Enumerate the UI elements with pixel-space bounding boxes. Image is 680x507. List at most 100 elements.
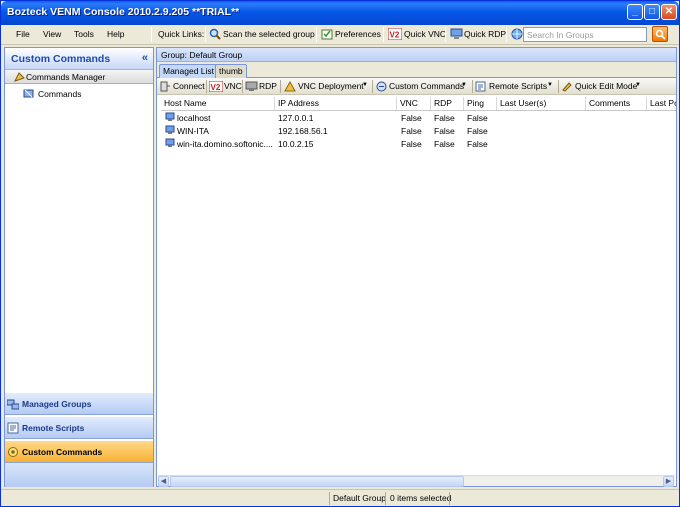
search-button[interactable] — [652, 26, 668, 42]
column-header-last-users[interactable]: Last User(s) — [497, 97, 586, 110]
maximize-button[interactable]: □ — [644, 4, 660, 20]
cell-host-name: localhost — [177, 113, 211, 123]
dropdown-arrow-icon: ▼ — [362, 82, 368, 88]
search-icon — [655, 29, 666, 40]
separator — [558, 80, 559, 93]
cell-ping: False — [467, 113, 488, 123]
menu-file[interactable]: File — [16, 29, 30, 39]
cell-ip-address: 10.0.2.15 — [278, 139, 314, 149]
separator — [472, 80, 473, 93]
sidebar: Custom Commands « Commands Manager Comma… — [4, 47, 154, 487]
horizontal-scrollbar[interactable]: ◀ ▶ — [158, 475, 675, 487]
scroll-thumb[interactable] — [170, 476, 464, 487]
cell-ping: False — [467, 139, 488, 149]
title-bar[interactable]: Bozteck VENM Console 2010.2.9.205 **TRIA… — [1, 1, 679, 25]
connect-icon — [160, 81, 170, 92]
commands-icon — [23, 89, 34, 98]
status-bar: Default Group 0 items selected — [1, 489, 679, 506]
scroll-left-button[interactable]: ◀ — [158, 476, 169, 487]
commands-manager-bar[interactable]: Commands Manager — [5, 70, 153, 84]
dropdown-arrow-icon: ▼ — [461, 82, 467, 88]
status-divider — [449, 492, 450, 505]
custom-commands-icon — [8, 447, 18, 457]
menu-help[interactable]: Help — [107, 29, 124, 39]
sidebar-title: Custom Commands — [11, 53, 111, 65]
computer-icon — [165, 125, 175, 134]
svg-text:V2: V2 — [390, 31, 400, 40]
status-group: Default Group — [333, 493, 386, 503]
close-button[interactable]: ✕ — [661, 4, 677, 20]
status-divider — [329, 492, 330, 505]
quick-rdp-label: Quick RDP — [464, 29, 507, 39]
commands-manager-icon — [14, 72, 25, 82]
nav-label: Remote Scripts — [22, 423, 85, 433]
main-panel: Group: Default Group Managed List thumb … — [156, 47, 677, 487]
remote-scripts-icon — [7, 422, 19, 434]
commands-manager-label: Commands Manager — [26, 72, 106, 82]
tab-thumb[interactable]: thumb — [215, 64, 247, 78]
column-header-rdp[interactable]: RDP — [431, 97, 464, 110]
nav-footer — [5, 463, 153, 487]
tab-managed-list[interactable]: Managed List — [159, 64, 219, 78]
separator — [445, 27, 446, 42]
menu-bar: File View Tools Help Quick Links: Scan t… — [1, 25, 679, 45]
quick-edit-mode-label: Quick Edit Mode — [575, 81, 638, 91]
computer-icon — [165, 112, 175, 121]
cell-vnc: False — [401, 126, 422, 136]
column-header-ip-address[interactable]: IP Address — [275, 97, 397, 110]
search-input[interactable]: Search In Groups — [523, 27, 647, 42]
cell-vnc: False — [401, 139, 422, 149]
computer-icon — [165, 138, 175, 147]
app-window: Bozteck VENM Console 2010.2.9.205 **TRIA… — [0, 0, 680, 507]
rdp-icon — [245, 81, 258, 91]
remote-scripts-icon — [475, 81, 486, 92]
remote-scripts-label: Remote Scripts — [489, 81, 548, 91]
nav-remote-scripts[interactable]: Remote Scripts — [5, 416, 153, 439]
scan-group-label: Scan the selected group — [223, 29, 315, 39]
vnc-label: VNC — [224, 81, 242, 91]
status-divider — [385, 492, 386, 505]
quick-vnc-label: Quick VNC — [404, 29, 447, 39]
vnc-icon: V2 — [209, 81, 223, 92]
column-header-host-name[interactable]: Host Name — [161, 97, 275, 110]
cell-rdp: False — [434, 113, 455, 123]
minimize-button[interactable]: _ — [627, 4, 643, 20]
dropdown-arrow-icon: ▼ — [547, 82, 553, 88]
column-header-ping[interactable]: Ping — [464, 97, 497, 110]
hosts-table: Host Name IP Address VNC RDP Ping Last U… — [161, 95, 676, 475]
group-header: Group: Default Group — [157, 48, 676, 62]
separator — [242, 80, 243, 93]
scroll-right-button[interactable]: ▶ — [663, 476, 674, 487]
column-header-vnc[interactable]: VNC — [397, 97, 431, 110]
tab-strip: Managed List thumb — [157, 62, 676, 78]
separator — [205, 27, 206, 42]
sidebar-header: Custom Commands « — [5, 48, 153, 70]
column-header-last-poll[interactable]: Last Pol — [647, 97, 676, 110]
nav-managed-groups[interactable]: Managed Groups — [5, 392, 153, 415]
collapse-sidebar-button[interactable]: « — [142, 52, 148, 64]
connect-label: Connect — [173, 81, 205, 91]
status-selection: 0 items selected — [390, 493, 452, 503]
nav-label: Managed Groups — [22, 399, 92, 409]
custom-commands-label: Custom Commands — [389, 81, 465, 91]
separator — [316, 27, 317, 42]
custom-commands-icon — [376, 81, 387, 92]
managed-groups-icon — [7, 399, 19, 410]
column-header-comments[interactable]: Comments — [586, 97, 647, 110]
menu-tools[interactable]: Tools — [74, 29, 94, 39]
vnc-icon: V2 — [388, 28, 402, 40]
nav-custom-commands[interactable]: Custom Commands — [5, 440, 153, 463]
separator — [383, 27, 384, 42]
vnc-deployment-label: VNC Deployment — [298, 81, 364, 91]
separator — [506, 27, 507, 42]
nav-label: Custom Commands — [22, 447, 103, 457]
edit-pencil-icon — [562, 82, 572, 92]
deploy-icon — [284, 81, 296, 92]
cell-ping: False — [467, 126, 488, 136]
menu-view[interactable]: View — [43, 29, 61, 39]
group-title: Group: Default Group — [161, 50, 243, 60]
cell-rdp: False — [434, 139, 455, 149]
cell-host-name: win-ita.domino.softonic.... — [177, 139, 273, 149]
separator — [372, 80, 373, 93]
rdp-label: RDP — [259, 81, 277, 91]
